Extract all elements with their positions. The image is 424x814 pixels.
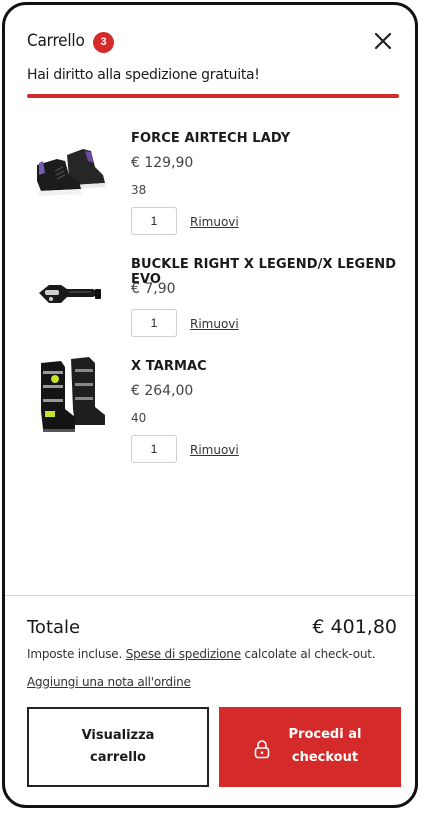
shipping-costs-link[interactable]: Spese di spedizione — [126, 647, 241, 661]
quantity-input[interactable]: 1 — [131, 435, 177, 463]
cart-header: Carrello 3 — [27, 31, 395, 59]
motocross-boots-image[interactable] — [29, 353, 113, 437]
tax-note-suffix: calcolate al check-out. — [240, 647, 376, 661]
item-price: € 129,90 — [131, 155, 194, 171]
item-price: € 7,90 — [131, 281, 176, 297]
item-name[interactable]: FORCE AIRTECH LADY — [131, 131, 290, 146]
lock-icon — [254, 740, 270, 759]
free-shipping-message: Hai diritto alla spedizione gratuita! — [27, 67, 260, 83]
remove-item-link[interactable]: Rimuovi — [190, 317, 239, 331]
tax-note-prefix: Imposte incluse. — [27, 647, 126, 661]
free-shipping-progress-fill — [27, 94, 399, 98]
item-name[interactable]: X TARMAC — [131, 359, 207, 374]
total-label: Totale — [27, 617, 81, 638]
tax-note: Imposte incluse. Spese di spedizione cal… — [27, 647, 376, 661]
quantity-input[interactable]: 1 — [131, 207, 177, 235]
buckle-image[interactable] — [29, 251, 113, 335]
footer-divider — [5, 595, 415, 596]
close-icon[interactable] — [373, 31, 393, 51]
add-order-note-link[interactable]: Aggiungi una nota all'ordine — [27, 675, 191, 689]
free-shipping-progress — [27, 94, 399, 98]
total-value: € 401,80 — [312, 616, 397, 638]
cart-title: Carrello — [27, 31, 85, 51]
checkout-button[interactable]: Procedi al checkout — [219, 707, 401, 787]
cart-count-badge: 3 — [93, 32, 114, 53]
remove-item-link[interactable]: Rimuovi — [190, 443, 239, 457]
view-cart-button[interactable]: Visualizza carrello — [27, 707, 209, 787]
remove-item-link[interactable]: Rimuovi — [190, 215, 239, 229]
view-cart-button-label: Visualizza carrello — [81, 727, 155, 765]
cart-drawer: Carrello 3 Hai diritto alla spedizione g… — [2, 2, 418, 808]
item-size: 38 — [131, 183, 147, 197]
item-price: € 264,00 — [131, 383, 194, 399]
checkout-button-label: Procedi al checkout — [288, 727, 362, 765]
sneaker-shoe-image[interactable] — [29, 131, 113, 215]
quantity-input[interactable]: 1 — [131, 309, 177, 337]
item-size: 40 — [131, 411, 147, 425]
